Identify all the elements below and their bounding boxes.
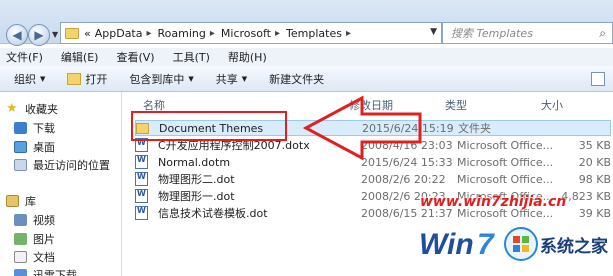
- chevron-down-icon: ▼: [241, 74, 248, 83]
- chevron-right-icon[interactable]: ▸: [210, 28, 215, 39]
- svg-text:7: 7: [477, 228, 495, 261]
- breadcrumb-appdata[interactable]: AppData: [95, 27, 143, 40]
- search-placeholder: 搜索 Templates: [451, 27, 533, 40]
- nav-desktop[interactable]: 桌面: [14, 138, 55, 156]
- picture-library-icon: [14, 233, 27, 245]
- menu-view[interactable]: 查看(V): [116, 49, 154, 65]
- watermark-url: www.win7zhijia.cn: [420, 194, 567, 210]
- address-bar-row: ◀ ▶ ▼ « AppData ▸ Roaming ▸ Microsoft ▸ Tem…: [0, 0, 613, 46]
- nav-pictures[interactable]: 图片: [14, 230, 55, 248]
- file-name: 信息技术试卷模板.dot: [158, 207, 268, 220]
- file-name: Normal.dotm: [158, 155, 231, 169]
- svg-text:Win: Win: [419, 228, 474, 261]
- nav-videos[interactable]: 视频: [14, 211, 55, 229]
- star-icon: ★: [6, 100, 18, 116]
- search-icon[interactable]: ⌕: [599, 26, 606, 41]
- include-in-library-button[interactable]: 包含到库中 ▼: [129, 71, 193, 87]
- share-button[interactable]: 共享 ▼: [216, 71, 247, 87]
- column-header-type[interactable]: 类型: [445, 96, 467, 114]
- chevron-down-icon: ▼: [40, 74, 46, 83]
- recent-places-icon: [14, 159, 27, 171]
- nav-desktop-label: 桌面: [33, 141, 55, 154]
- watermark-brand: 系统之家: [540, 237, 608, 257]
- back-button[interactable]: ◀: [6, 24, 28, 46]
- nav-documents-label: 文档: [33, 251, 55, 264]
- change-view-icon[interactable]: [591, 72, 605, 86]
- chevron-right-icon[interactable]: ▸: [147, 28, 152, 39]
- breadcrumb-roaming[interactable]: Roaming: [158, 27, 206, 40]
- file-name: 物理图形一.dot: [158, 190, 235, 203]
- word-template-icon: [135, 172, 148, 186]
- video-library-icon: [14, 214, 27, 226]
- menu-help[interactable]: 帮助(H): [228, 49, 267, 65]
- file-size: 4,823 KB: [561, 189, 611, 203]
- folder-icon: [67, 72, 82, 85]
- word-template-icon: [135, 155, 148, 169]
- word-template-icon: [135, 206, 148, 220]
- breadcrumb-overflow[interactable]: «: [84, 27, 91, 40]
- menu-edit[interactable]: 编辑(E): [61, 49, 99, 65]
- chevron-right-icon[interactable]: ▸: [275, 28, 280, 39]
- breadcrumb-templates[interactable]: Templates: [286, 27, 342, 40]
- download-folder-icon: [14, 122, 27, 134]
- command-bar: 组织 ▼ 打开 包含到库中 ▼ 共享 ▼ 新建文件夹: [0, 66, 613, 92]
- file-type: Microsoft Office...: [457, 155, 554, 169]
- document-library-icon: [14, 251, 27, 263]
- include-label: 包含到库中: [129, 72, 185, 86]
- chevron-down-icon: ▼: [188, 74, 194, 83]
- nav-favorites-label: 收藏夹: [25, 103, 58, 116]
- nav-downloads-label: 下载: [33, 122, 55, 135]
- nav-documents[interactable]: 文档: [14, 248, 55, 266]
- menu-file[interactable]: 文件(F): [6, 49, 43, 65]
- nav-recent[interactable]: 最近访问的位置: [14, 156, 110, 174]
- menu-tools[interactable]: 工具(T): [173, 49, 210, 65]
- nav-downloads[interactable]: 下载: [14, 119, 55, 137]
- file-size: 35 KB: [578, 138, 611, 152]
- desktop-icon: [14, 141, 27, 153]
- breadcrumb-microsoft[interactable]: Microsoft: [221, 27, 271, 40]
- organize-button[interactable]: 组织 ▼: [14, 71, 45, 87]
- new-folder-button[interactable]: 新建文件夹: [269, 71, 324, 87]
- download-folder-icon: [14, 269, 27, 276]
- nav-thunder-downloads[interactable]: 迅雷下载: [14, 266, 77, 276]
- open-label: 打开: [85, 72, 108, 86]
- highlight-box: [131, 111, 287, 141]
- file-type: Microsoft Office...: [457, 172, 554, 186]
- menu-bar: 文件(F) 编辑(E) 查看(V) 工具(T) 帮助(H): [0, 48, 613, 66]
- red-arrow-icon: [302, 95, 422, 161]
- navigation-pane: ★ 收藏夹 下载 桌面 最近访问的位置 库 视频 图片 文档 迅雷下载: [0, 92, 122, 276]
- file-type: Microsoft Office...: [457, 138, 554, 152]
- organize-label: 组织: [14, 72, 36, 86]
- nav-pictures-label: 图片: [33, 233, 55, 246]
- nav-videos-label: 视频: [33, 214, 55, 227]
- recent-pages-dropdown[interactable]: ▼: [52, 30, 58, 39]
- folder-icon: [65, 27, 79, 39]
- address-box[interactable]: « AppData ▸ Roaming ▸ Microsoft ▸ Templates…: [60, 22, 442, 44]
- search-input[interactable]: 搜索 Templates ⌕: [442, 22, 613, 44]
- file-date: 2008/2/6 20:22: [361, 172, 446, 186]
- nav-libraries[interactable]: 库: [6, 192, 36, 210]
- breadcrumb: « AppData ▸ Roaming ▸ Microsoft ▸ Templates…: [84, 27, 357, 40]
- column-header-size[interactable]: 大小: [541, 96, 563, 114]
- word-template-icon: [135, 189, 148, 203]
- forward-button[interactable]: ▶: [28, 24, 50, 46]
- file-size: 20 KB: [578, 155, 611, 169]
- nav-libraries-label: 库: [25, 195, 36, 208]
- file-row[interactable]: 物理图形二.dot 2008/2/6 20:22 Microsoft Offic…: [135, 171, 611, 187]
- file-size: 98 KB: [578, 172, 611, 186]
- chevron-down-icon[interactable]: ▼: [430, 27, 437, 37]
- chevron-right-icon[interactable]: ▸: [346, 28, 351, 39]
- nav-favorites[interactable]: ★ 收藏夹: [6, 100, 58, 118]
- share-label: 共享: [215, 72, 238, 86]
- open-button[interactable]: 打开: [67, 71, 107, 87]
- file-name: 物理图形二.dot: [158, 173, 235, 186]
- library-icon: [6, 195, 19, 207]
- nav-recent-label: 最近访问的位置: [33, 159, 110, 172]
- new-folder-label: 新建文件夹: [269, 72, 325, 86]
- file-type: 文件夹: [458, 122, 491, 135]
- nav-thunder-label: 迅雷下载: [33, 269, 77, 276]
